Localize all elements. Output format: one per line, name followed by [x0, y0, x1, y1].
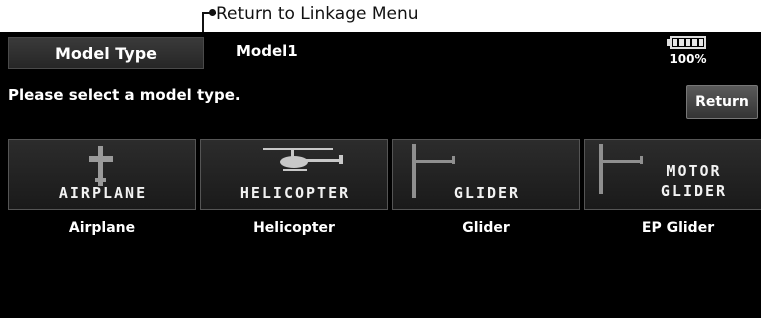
callout-text: Return to Linkage Menu [216, 4, 419, 24]
screen-title: Model Type [54, 43, 158, 63]
model-name: Model1 [236, 42, 298, 60]
ep-glider-art-text: MOTOR [666, 162, 722, 180]
callout-dot [209, 9, 216, 16]
airplane-button[interactable]: AIRPLANE [8, 139, 196, 210]
helicopter-button[interactable]: HELICOPTER [200, 139, 388, 210]
screen-title-tab: Model Type [8, 37, 204, 69]
glider-button[interactable]: GLIDER [392, 139, 580, 210]
return-button-label: Return [695, 94, 749, 110]
airplane-label: Airplane [68, 220, 136, 236]
ep-glider-label: EP Glider [641, 220, 715, 236]
battery-indicator: 100% [664, 36, 712, 70]
ep-glider-art-text-line2: GLIDER [660, 182, 728, 200]
glider-label: Glider [462, 220, 510, 236]
airplane-art-text: AIRPLANE [58, 184, 148, 202]
glider-art-text: GLIDER [453, 184, 521, 202]
instruction-text: Please select a model type. [8, 86, 241, 104]
battery-percent: 100% [669, 52, 707, 66]
helicopter-art-text: HELICOPTER [239, 184, 351, 202]
return-button[interactable]: Return [686, 85, 758, 119]
ep-glider-button[interactable]: MOTOR GLIDER [584, 139, 761, 210]
callout: Return to Linkage Menu [0, 0, 761, 46]
device-screen: Model Type Model1 100% Please select a m… [0, 32, 761, 318]
helicopter-label: Helicopter [253, 220, 335, 236]
battery-icon [670, 36, 706, 49]
